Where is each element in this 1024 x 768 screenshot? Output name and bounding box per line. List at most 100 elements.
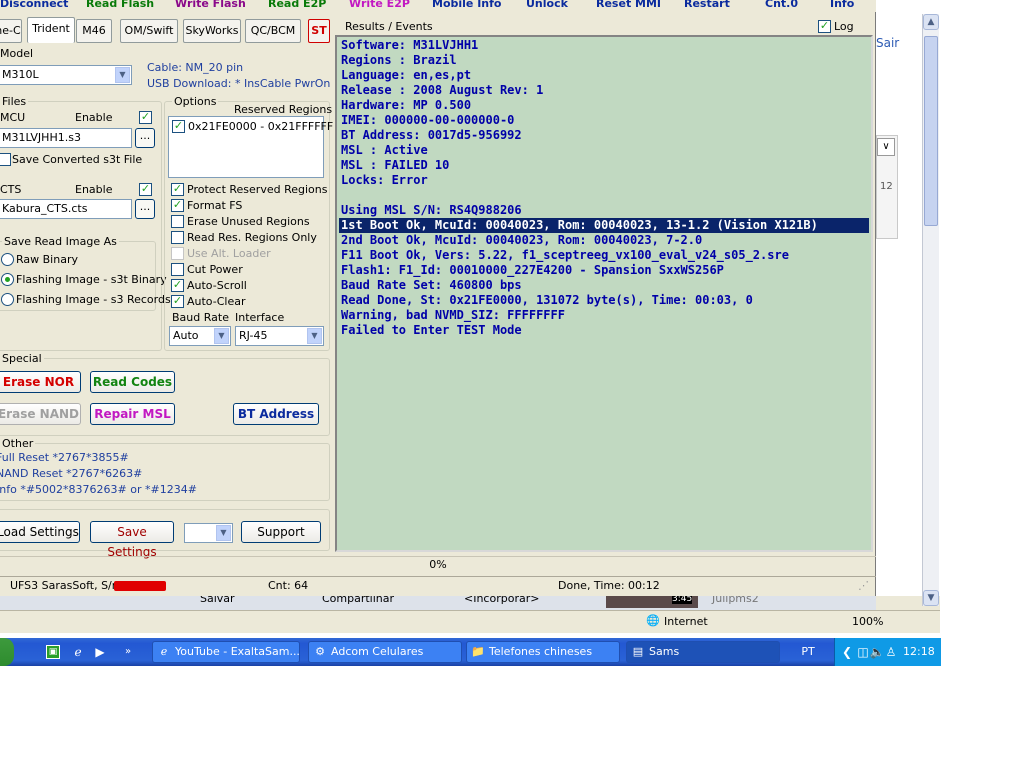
format-fs-checkbox[interactable]: ✓ <box>171 199 184 212</box>
bt-address-button[interactable]: BT Address <box>233 403 319 425</box>
progress-text: 0% <box>429 558 447 571</box>
task-youtube[interactable]: ℯ YouTube - ExaltaSam... <box>152 641 300 663</box>
read-codes-button[interactable]: Read Codes <box>90 371 175 393</box>
tab-m46[interactable]: M46 <box>76 19 112 43</box>
save-settings-button[interactable]: Save Settings <box>90 521 174 559</box>
internet-explorer-icon[interactable]: ℯ <box>70 644 86 660</box>
chevron-down-icon[interactable]: ∨ <box>877 138 895 156</box>
info-code: Info *#5002*8376263# or *#1234# <box>0 483 197 496</box>
protect-reserved-checkbox[interactable]: ✓ <box>171 183 184 196</box>
app-icon: ▤ <box>632 645 644 658</box>
interface-select[interactable]: RJ-45 ▼ <box>235 326 324 346</box>
mcu-enable-checkbox[interactable]: ✓ <box>139 111 152 124</box>
quicklaunch-app-icon[interactable]: ▣ <box>46 645 60 659</box>
read-res-only-label: Read Res. Regions Only <box>187 231 317 244</box>
settings-select[interactable]: ▼ <box>184 523 233 543</box>
other-label: Other <box>0 437 36 450</box>
cts-enable-checkbox[interactable]: ✓ <box>139 183 152 196</box>
media-player-icon[interactable]: ▶ <box>92 644 108 660</box>
log-line: Release : 2008 August Rev: 1 <box>341 83 544 97</box>
mcu-browse-button[interactable]: ... <box>135 128 155 148</box>
scroll-thumb[interactable] <box>924 36 938 226</box>
language-indicator[interactable]: PT <box>798 644 818 660</box>
menu-info[interactable]: Info <box>830 0 854 10</box>
alt-loader-checkbox <box>171 247 184 260</box>
erase-unused-checkbox[interactable] <box>171 215 184 228</box>
results-log[interactable]: Software: M31LVJHH1 Regions : Brazil Lan… <box>335 35 873 552</box>
tray-expand-icon[interactable]: ❮ <box>839 644 855 660</box>
model-select[interactable]: M310L ▼ <box>0 65 132 85</box>
browser-scrollbar[interactable]: ▲ ▼ <box>922 14 939 606</box>
menu-read-flash[interactable]: Read Flash <box>86 0 154 10</box>
menu-unlock[interactable]: Unlock <box>526 0 568 10</box>
task-sams[interactable]: ▤ Sams <box>626 641 780 663</box>
log-line: 2nd Boot Ok, McuId: 00040023, Rom: 00040… <box>341 233 703 247</box>
menu-write-flash[interactable]: Write Flash <box>175 0 246 10</box>
log-line: Flash1: F1_Id: 00010000_227E4200 - Spans… <box>341 263 724 277</box>
save-converted-checkbox[interactable] <box>0 153 11 166</box>
globe-icon: 🌐 <box>646 614 660 627</box>
log-line: Hardware: MP 0.500 <box>341 98 472 112</box>
s3-records-radio[interactable] <box>1 293 14 306</box>
log-line: MSL : FAILED 10 <box>341 158 450 172</box>
tab-st[interactable]: ST <box>308 19 330 43</box>
menu-restart[interactable]: Restart <box>684 0 730 10</box>
menu-disconnect[interactable]: Disconnect <box>0 0 68 10</box>
tab-skyworks[interactable]: SkyWorks <box>183 19 241 43</box>
protect-reserved-label: Protect Reserved Regions <box>187 183 328 196</box>
log-label: Log <box>834 20 854 33</box>
zoom-level[interactable]: 100% <box>852 615 883 628</box>
menu-read-e2p[interactable]: Read E2P <box>268 0 326 10</box>
full-reset-code: Full Reset *2767*3855# <box>0 451 129 464</box>
support-button[interactable]: Support <box>241 521 321 543</box>
clock[interactable]: 12:18 <box>903 645 935 658</box>
cts-file-input[interactable]: Kabura_CTS.cts <box>0 199 132 219</box>
reserved-region-checkbox[interactable]: ✓ <box>172 120 185 133</box>
scroll-down-icon[interactable]: ▼ <box>923 590 939 606</box>
usb-download-info: USB Download: * InsCable PwrOn <box>147 77 331 90</box>
cts-browse-button[interactable]: ... <box>135 199 155 219</box>
browser-logout-link[interactable]: Sair <box>876 36 899 50</box>
auto-clear-checkbox[interactable]: ✓ <box>171 295 184 308</box>
scroll-up-icon[interactable]: ▲ <box>923 14 939 30</box>
baud-rate-select[interactable]: Auto ▼ <box>169 326 231 346</box>
model-value: M310L <box>2 68 39 81</box>
menu-cnt[interactable]: Cnt.0 <box>765 0 798 10</box>
mcu-file-input[interactable]: M31LVJHH1.s3 <box>0 128 132 148</box>
tab-trident[interactable]: Trident <box>27 17 75 43</box>
windows-taskbar: ▣ ℯ ▶ » ℯ YouTube - ExaltaSam... ⚙ Adcom C… <box>0 638 941 666</box>
read-res-only-checkbox[interactable] <box>171 231 184 244</box>
erase-unused-label: Erase Unused Regions <box>187 215 310 228</box>
tab-qc-bcm[interactable]: QC/BCM <box>245 19 301 43</box>
menu-mobile-info[interactable]: Mobile Info <box>432 0 501 10</box>
raw-binary-radio[interactable] <box>1 253 14 266</box>
folder-icon: 📁 <box>471 645 485 658</box>
log-line: Language: en,es,pt <box>341 68 472 82</box>
files-label: Files <box>0 95 29 108</box>
log-line: Read Done, St: 0x21FE0000, 131072 byte(s… <box>341 293 753 307</box>
cts-label: CTS <box>0 183 22 196</box>
cut-power-checkbox[interactable] <box>171 263 184 276</box>
auto-scroll-checkbox[interactable]: ✓ <box>171 279 184 292</box>
s3t-binary-radio[interactable] <box>1 273 14 286</box>
menu-reset-mmi[interactable]: Reset MMI <box>596 0 661 10</box>
start-button[interactable] <box>0 638 14 666</box>
tab-om-swift[interactable]: OM/Swift <box>120 19 178 43</box>
user-icon[interactable]: ♙ <box>883 644 899 660</box>
log-line: Locks: Error <box>341 173 428 187</box>
load-settings-button[interactable]: Load Settings <box>0 521 80 543</box>
options-label: Options <box>172 95 219 108</box>
erase-nor-button[interactable]: Erase NOR <box>0 371 81 393</box>
repair-msl-button[interactable]: Repair MSL <box>90 403 175 425</box>
s3t-binary-label: Flashing Image - s3t Binary <box>16 273 167 286</box>
owner-label: UFS3 SarasSoft, S/n: <box>10 579 123 592</box>
resize-grip-icon[interactable]: ⋰ <box>858 577 869 595</box>
interface-value: RJ-45 <box>239 329 268 342</box>
task-adcom[interactable]: ⚙ Adcom Celulares <box>308 641 462 663</box>
tab-ne-c[interactable]: ne-C <box>0 19 22 43</box>
reserved-region-item[interactable]: 0x21FE0000 - 0x21FFFFFF <box>188 120 333 133</box>
log-checkbox[interactable]: ✓ <box>818 20 831 33</box>
task-telefones[interactable]: 📁 Telefones chineses <box>466 641 620 663</box>
menu-write-e2p[interactable]: Write E2P <box>349 0 410 10</box>
quicklaunch-expand-icon[interactable]: » <box>120 644 136 660</box>
